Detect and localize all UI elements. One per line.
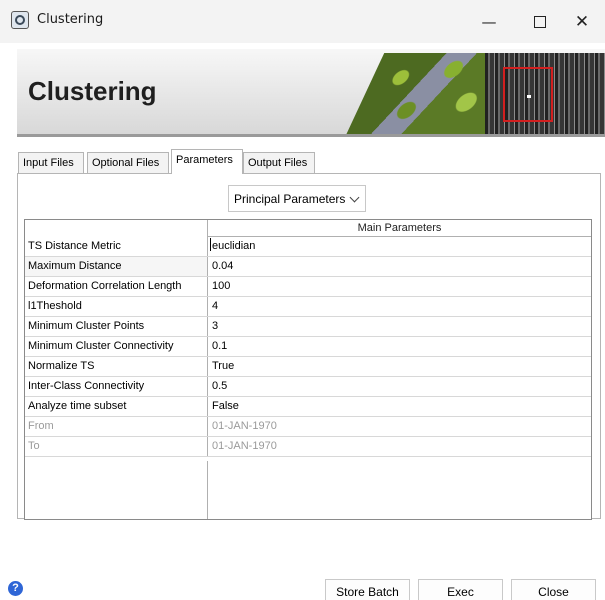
table-row: Inter-Class Connectivity 0.5: [25, 377, 591, 397]
maximize-button[interactable]: [517, 0, 563, 43]
param-name: Deformation Correlation Length: [25, 277, 208, 296]
table-row: Maximum Distance 0.04: [25, 257, 591, 277]
param-value[interactable]: 0.1: [208, 337, 591, 356]
store-batch-button[interactable]: Store Batch: [325, 579, 410, 600]
param-value[interactable]: False: [208, 397, 591, 416]
param-value[interactable]: 3: [208, 317, 591, 336]
sar-target-dot: [527, 95, 531, 98]
param-name: To: [25, 437, 208, 456]
minimize-button[interactable]: —: [466, 0, 512, 43]
parameter-group-select[interactable]: Principal Parameters: [228, 185, 366, 212]
main-parameters-header: Main Parameters: [357, 222, 442, 234]
param-name: Maximum Distance: [25, 257, 208, 276]
banner-title: Clustering: [28, 76, 157, 106]
param-value[interactable]: 4: [208, 297, 591, 316]
chevron-down-icon: [349, 192, 360, 203]
param-name: l1Theshold: [25, 297, 208, 316]
maximize-icon: [534, 15, 546, 28]
param-name: Inter-Class Connectivity: [25, 377, 208, 396]
table-empty-area: [25, 461, 208, 519]
param-value[interactable]: 100: [208, 277, 591, 296]
table-row: From 01-JAN-1970: [25, 417, 591, 437]
parameter-group-value: Principal Parameters: [234, 191, 346, 206]
param-value[interactable]: True: [208, 357, 591, 376]
tab-output-files[interactable]: Output Files: [243, 152, 315, 174]
tab-input-files[interactable]: Input Files: [18, 152, 84, 174]
window-title: Clustering: [37, 12, 104, 27]
table-row: Normalize TS True: [25, 357, 591, 377]
tab-parameters[interactable]: Parameters: [171, 149, 243, 174]
app-icon: [11, 11, 29, 29]
tab-optional-files[interactable]: Optional Files: [87, 152, 169, 174]
param-value: 01-JAN-1970: [212, 420, 277, 432]
table-row: Deformation Correlation Length 100: [25, 277, 591, 297]
param-value[interactable]: 0.04: [208, 257, 591, 276]
param-value: 01-JAN-1970: [212, 440, 277, 452]
table-row: To 01-JAN-1970: [25, 437, 591, 457]
table-row: Minimum Cluster Connectivity 0.1: [25, 337, 591, 357]
table-row: TS Distance Metric euclidian: [25, 237, 591, 257]
close-button[interactable]: Close: [511, 579, 596, 600]
param-value[interactable]: 0.5: [208, 377, 591, 396]
param-value[interactable]: euclidian: [208, 237, 591, 256]
param-name: From: [25, 417, 208, 436]
table-row: l1Theshold 4: [25, 297, 591, 317]
param-name: Minimum Cluster Points: [25, 317, 208, 336]
help-icon[interactable]: ?: [8, 581, 23, 596]
close-window-button[interactable]: ✕: [559, 0, 605, 43]
param-name: Normalize TS: [25, 357, 208, 376]
title-bar: Clustering — ✕: [0, 0, 605, 43]
parameters-table: Main Parameters TS Distance Metric eucli…: [24, 219, 592, 520]
table-row: Analyze time subset False: [25, 397, 591, 417]
exec-button[interactable]: Exec: [418, 579, 503, 600]
param-name: TS Distance Metric: [25, 237, 208, 256]
param-name: Analyze time subset: [25, 397, 208, 416]
table-corner-header: [25, 220, 208, 237]
table-row: Minimum Cluster Points 3: [25, 317, 591, 337]
param-name: Minimum Cluster Connectivity: [25, 337, 208, 356]
table-header: Main Parameters: [25, 220, 591, 237]
